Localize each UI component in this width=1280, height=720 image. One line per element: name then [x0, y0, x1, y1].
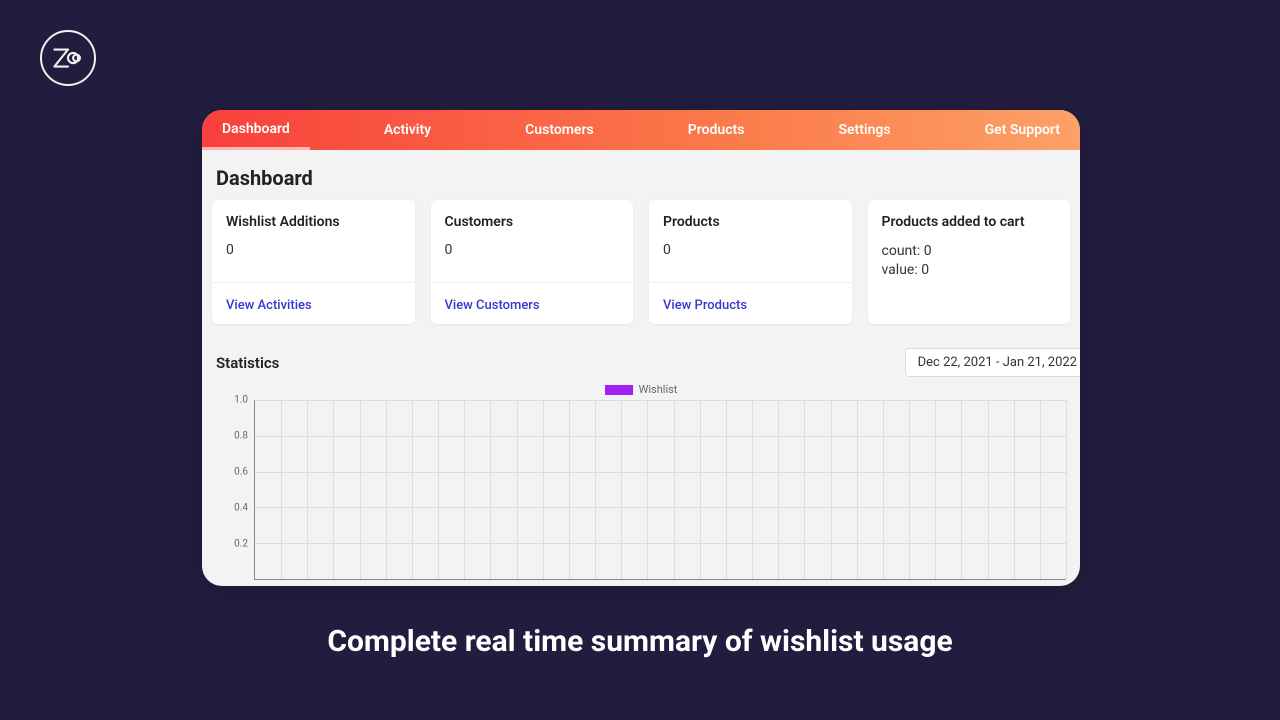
view-activities-link[interactable]: View Activities	[226, 298, 312, 313]
card-value: 0	[663, 242, 838, 258]
page-title: Dashboard	[216, 166, 1066, 190]
tab-customers[interactable]: Customers	[505, 110, 614, 150]
card-products-to-cart: Products added to cart count: 0 value: 0	[868, 200, 1071, 324]
card-title: Products added to cart	[882, 214, 1057, 230]
view-customers-link[interactable]: View Customers	[445, 298, 540, 313]
nav-tabs: Dashboard Activity Customers Products Se…	[202, 110, 1080, 150]
statistics-chart: 1.00.80.60.40.2	[228, 400, 1066, 580]
dashboard-panel: Dashboard Activity Customers Products Se…	[202, 110, 1080, 586]
y-tick: 1.0	[234, 395, 248, 406]
legend-swatch	[605, 385, 633, 395]
tab-support[interactable]: Get Support	[965, 110, 1080, 150]
tab-activity[interactable]: Activity	[364, 110, 451, 150]
y-tick: 0.4	[234, 503, 248, 514]
view-products-link[interactable]: View Products	[663, 298, 747, 313]
y-tick: 0.2	[234, 539, 248, 550]
marketing-caption: Complete real time summary of wishlist u…	[0, 624, 1280, 659]
card-line-count: count: 0	[882, 242, 1057, 261]
card-title: Customers	[445, 214, 620, 230]
date-range-picker[interactable]: Dec 22, 2021 - Jan 21, 2022	[905, 348, 1080, 377]
statistics-title: Statistics	[216, 354, 279, 372]
card-line-value: value: 0	[882, 261, 1057, 280]
card-title: Wishlist Additions	[226, 214, 401, 230]
card-customers: Customers 0 View Customers	[431, 200, 634, 324]
brand-logo	[40, 30, 96, 86]
legend-label: Wishlist	[639, 383, 678, 396]
tab-settings[interactable]: Settings	[818, 110, 910, 150]
card-products: Products 0 View Products	[649, 200, 852, 324]
card-wishlist-additions: Wishlist Additions 0 View Activities	[212, 200, 415, 324]
tab-products[interactable]: Products	[668, 110, 765, 150]
y-tick: 0.6	[234, 467, 248, 478]
tab-dashboard[interactable]: Dashboard	[202, 110, 310, 150]
summary-cards: Wishlist Additions 0 View Activities Cus…	[210, 200, 1072, 324]
card-value: 0	[226, 242, 401, 258]
y-tick: 0.8	[234, 431, 248, 442]
card-title: Products	[663, 214, 838, 230]
card-value: 0	[445, 242, 620, 258]
chart-legend: Wishlist	[210, 383, 1072, 396]
